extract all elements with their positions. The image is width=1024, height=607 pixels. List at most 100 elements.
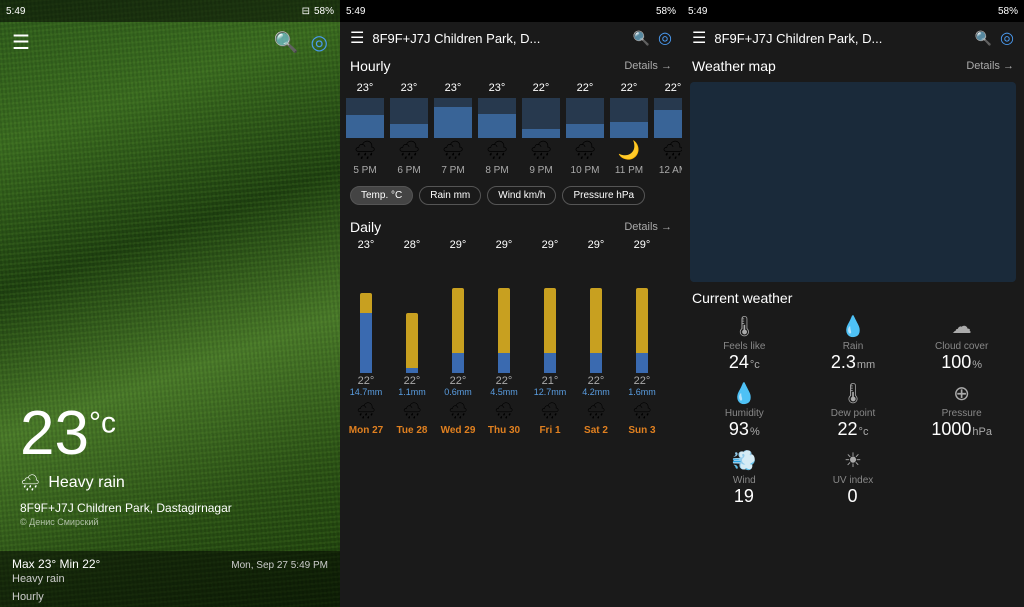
daily-temp-low: 21° xyxy=(542,375,559,387)
hourly-time: 6 PM xyxy=(397,165,420,176)
search-icon-2[interactable]: 🔍 xyxy=(633,30,650,47)
hourly-time: 8 PM xyxy=(485,165,508,176)
daily-bar xyxy=(360,253,372,373)
daily-temp-low: 22° xyxy=(404,375,421,387)
daily-temp-low: 22° xyxy=(588,375,605,387)
filter-pill[interactable]: Temp. °C xyxy=(350,186,413,205)
time-3: 5:49 xyxy=(688,6,707,17)
hourly-icon: 🌧 xyxy=(530,140,553,161)
battery-3: 58% xyxy=(998,6,1018,17)
daily-temp-low: 22° xyxy=(450,375,467,387)
hourly-time: 9 PM xyxy=(529,165,552,176)
daily-day: Fri 1 xyxy=(539,425,560,436)
menu-icon-2[interactable]: ☰ xyxy=(350,28,364,48)
hourly-temp: 23° xyxy=(401,82,418,94)
hourly-items-list: 23° 🌧 5 PM 23° 🌧 6 PM 23° 🌧 7 PM 23° 🌧 8… xyxy=(344,78,678,180)
rain-bar-fill xyxy=(654,110,682,138)
daily-bar-high xyxy=(590,288,602,353)
hourly-rain-bar xyxy=(434,98,472,138)
daily-bar-high xyxy=(636,288,648,353)
hourly-item: 22° 🌧 9 PM xyxy=(520,78,562,180)
daily-title: Daily xyxy=(350,219,381,235)
hourly-item: 22° 🌧 12 AM xyxy=(652,78,682,180)
current-weather-header: Current weather xyxy=(682,286,1024,310)
bottom-condition: Heavy rain xyxy=(12,573,328,585)
filter-pill[interactable]: Wind km/h xyxy=(487,186,556,205)
daily-icon: 🌧 xyxy=(356,401,376,421)
hourly-icon: 🌧 xyxy=(574,140,597,161)
hourly-details-link[interactable]: Details → xyxy=(624,60,672,72)
cw-icon: ☁ xyxy=(952,314,972,339)
map-details-link[interactable]: Details → xyxy=(966,60,1014,72)
map-background xyxy=(690,82,1016,282)
search-icon[interactable]: 🔍 xyxy=(274,30,299,55)
cw-icon: ⊕ xyxy=(953,381,970,406)
daily-details-link[interactable]: Details → xyxy=(624,221,672,233)
daily-bar-low xyxy=(590,353,602,373)
cw-label: Feels like xyxy=(723,341,765,352)
copyright-text: © Денис Смирский xyxy=(20,517,232,527)
daily-temp-low: 22° xyxy=(496,375,513,387)
cw-label: Dew point xyxy=(831,408,875,419)
hourly-rain-bar xyxy=(654,98,682,138)
status-bar-2: 5:49 58% xyxy=(340,0,682,22)
cw-icon: 🌡 xyxy=(840,381,865,406)
current-weather-item: ☁ Cloud cover 100 % xyxy=(909,314,1014,373)
date-time-display: Mon, Sep 27 5:49 PM xyxy=(231,560,328,571)
hourly-icon: 🌧 xyxy=(354,140,377,161)
daily-temp-high: 29° xyxy=(496,239,513,251)
location-icon-3[interactable]: ◎ xyxy=(1000,28,1014,48)
hourly-temp: 23° xyxy=(357,82,374,94)
hourly-rain-bar xyxy=(610,98,648,138)
time-2: 5:49 xyxy=(346,6,365,17)
filter-pill[interactable]: Rain mm xyxy=(419,186,481,205)
daily-section-header: Daily Details → xyxy=(340,215,682,239)
daily-item: 29° 22° 1.6mm 🌧 Sun 3 xyxy=(620,239,664,436)
status-icons: ⊟ 58% xyxy=(302,6,334,17)
location-icon-2[interactable]: ◎ xyxy=(658,28,672,48)
daily-rain: 4.5mm xyxy=(490,387,518,397)
weather-info: 23°c 🌧 Heavy rain 8F9F+J7J Children Park… xyxy=(20,398,232,527)
daily-bar-high xyxy=(360,293,372,313)
hourly-item: 23° 🌧 8 PM xyxy=(476,78,518,180)
cw-value: 100 xyxy=(941,352,971,373)
daily-item: 29° 22° 0.6mm 🌧 Wed 29 xyxy=(436,239,480,436)
daily-rain: 1.6mm xyxy=(628,387,656,397)
menu-icon[interactable]: ☰ xyxy=(12,30,30,55)
search-icon-3[interactable]: 🔍 xyxy=(975,30,992,47)
hourly-section-header: Hourly Details → xyxy=(340,54,682,78)
panel3-header: ☰ 8F9F+J7J Children Park, D... 🔍 ◎ xyxy=(682,22,1024,54)
map-title: Weather map xyxy=(692,58,776,74)
panel1-controls: ☰ 🔍 ◎ xyxy=(0,22,340,63)
battery-2: 58% xyxy=(656,6,676,17)
cw-label: UV index xyxy=(833,475,874,486)
panel-weather-home: 5:49 ⊟ 58% ☰ 🔍 ◎ 23°c 🌧 Heavy rain 8F9F+… xyxy=(0,0,340,607)
current-weather-item: 💨 Wind 19 xyxy=(692,448,797,507)
daily-bar-high xyxy=(544,288,556,353)
daily-icon: 🌧 xyxy=(402,401,422,421)
current-weather-items: 🌡 Feels like 24 °c 💧 Rain 2.3 mm ☁ Cloud… xyxy=(692,314,1014,507)
hourly-item: 22° 🌧 10 PM xyxy=(564,78,606,180)
menu-icon-3[interactable]: ☰ xyxy=(692,28,706,48)
daily-section-area: 23° 22° 14.7mm 🌧 Mon 27 28° 22° 1.1mm 🌧 … xyxy=(340,239,682,607)
status-bar-1: 5:49 ⊟ 58% xyxy=(0,0,340,22)
filter-pill[interactable]: Pressure hPa xyxy=(562,186,645,205)
cw-label: Cloud cover xyxy=(935,341,988,352)
hourly-scroll-area[interactable]: 23° 🌧 5 PM 23° 🌧 6 PM 23° 🌧 7 PM 23° 🌧 8… xyxy=(340,78,682,180)
weather-map[interactable]: Latur Bidar Kalaburagi Hyderabad Waranga… xyxy=(690,82,1016,282)
cw-unit: °c xyxy=(750,359,760,371)
daily-day: Mon 27 xyxy=(349,425,383,436)
daily-bar-low xyxy=(498,353,510,373)
cw-label: Humidity xyxy=(725,408,764,419)
panel2-header: ☰ 8F9F+J7J Children Park, D... 🔍 ◎ xyxy=(340,22,682,54)
hourly-rain-bar xyxy=(346,98,384,138)
location-icon[interactable]: ◎ xyxy=(311,30,328,55)
hourly-icon: 🌧 xyxy=(398,140,421,161)
cw-value: 1000 xyxy=(931,419,971,440)
panel-hourly-daily: 5:49 58% ☰ 8F9F+J7J Children Park, D... … xyxy=(340,0,682,607)
cw-value: 93 xyxy=(729,419,749,440)
current-weather-item: 🌡 Dew point 22 °c xyxy=(801,381,906,440)
daily-temp-low: 22° xyxy=(358,375,375,387)
daily-temp-high: 23° xyxy=(358,239,375,251)
current-weather-item: 💧 Rain 2.3 mm xyxy=(801,314,906,373)
